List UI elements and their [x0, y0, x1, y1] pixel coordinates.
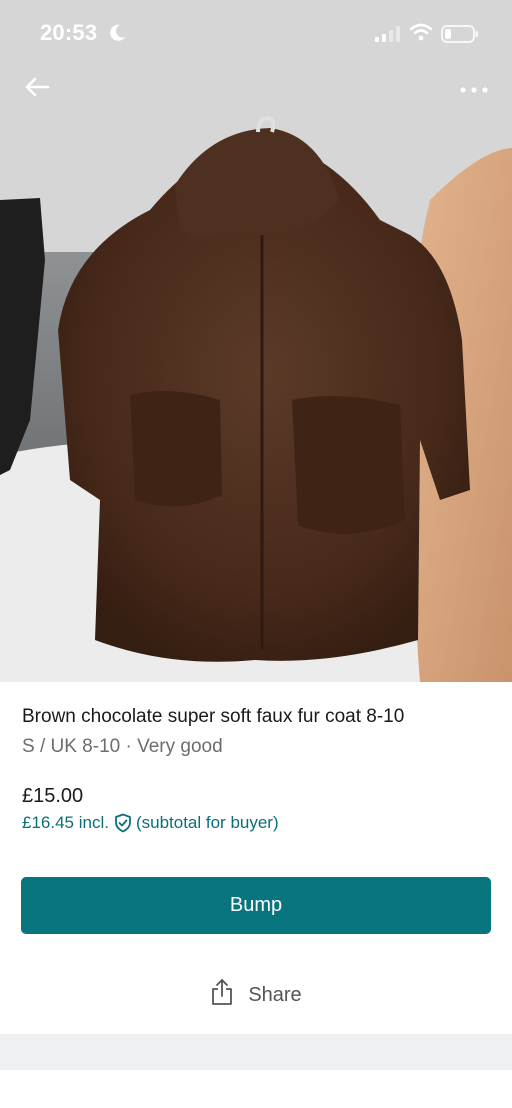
share-button[interactable]: Share	[0, 975, 512, 1015]
status-time: 20:53	[40, 20, 98, 45]
signal-icon	[375, 26, 401, 47]
item-price: £15.00	[22, 785, 84, 807]
status-bar: 20:53	[0, 0, 512, 66]
bump-button[interactable]: Bump	[21, 877, 491, 934]
coat-photo-illustration	[0, 0, 512, 682]
shield-check-icon	[113, 813, 133, 833]
bottom-divider-band	[0, 1034, 512, 1070]
wifi-icon	[409, 23, 433, 46]
share-icon	[210, 978, 234, 1012]
buyer-protection-price[interactable]: £16.45 incl. (subtotal for buyer)	[22, 813, 279, 833]
item-title: Brown chocolate super soft faux fur coat…	[22, 706, 405, 727]
moon-icon	[107, 23, 127, 48]
share-label: Share	[248, 983, 302, 1006]
price-incl-text: £16.45 incl.	[22, 813, 109, 832]
more-dots-icon	[459, 81, 489, 99]
item-photo[interactable]	[0, 0, 512, 682]
back-button[interactable]	[18, 72, 56, 106]
price-incl-note: (subtotal for buyer)	[135, 813, 279, 832]
arrow-left-icon	[24, 76, 50, 103]
more-options-button[interactable]	[454, 76, 494, 104]
item-size-condition: S / UK 8-10 · Very good	[22, 736, 223, 757]
battery-icon	[441, 24, 479, 49]
